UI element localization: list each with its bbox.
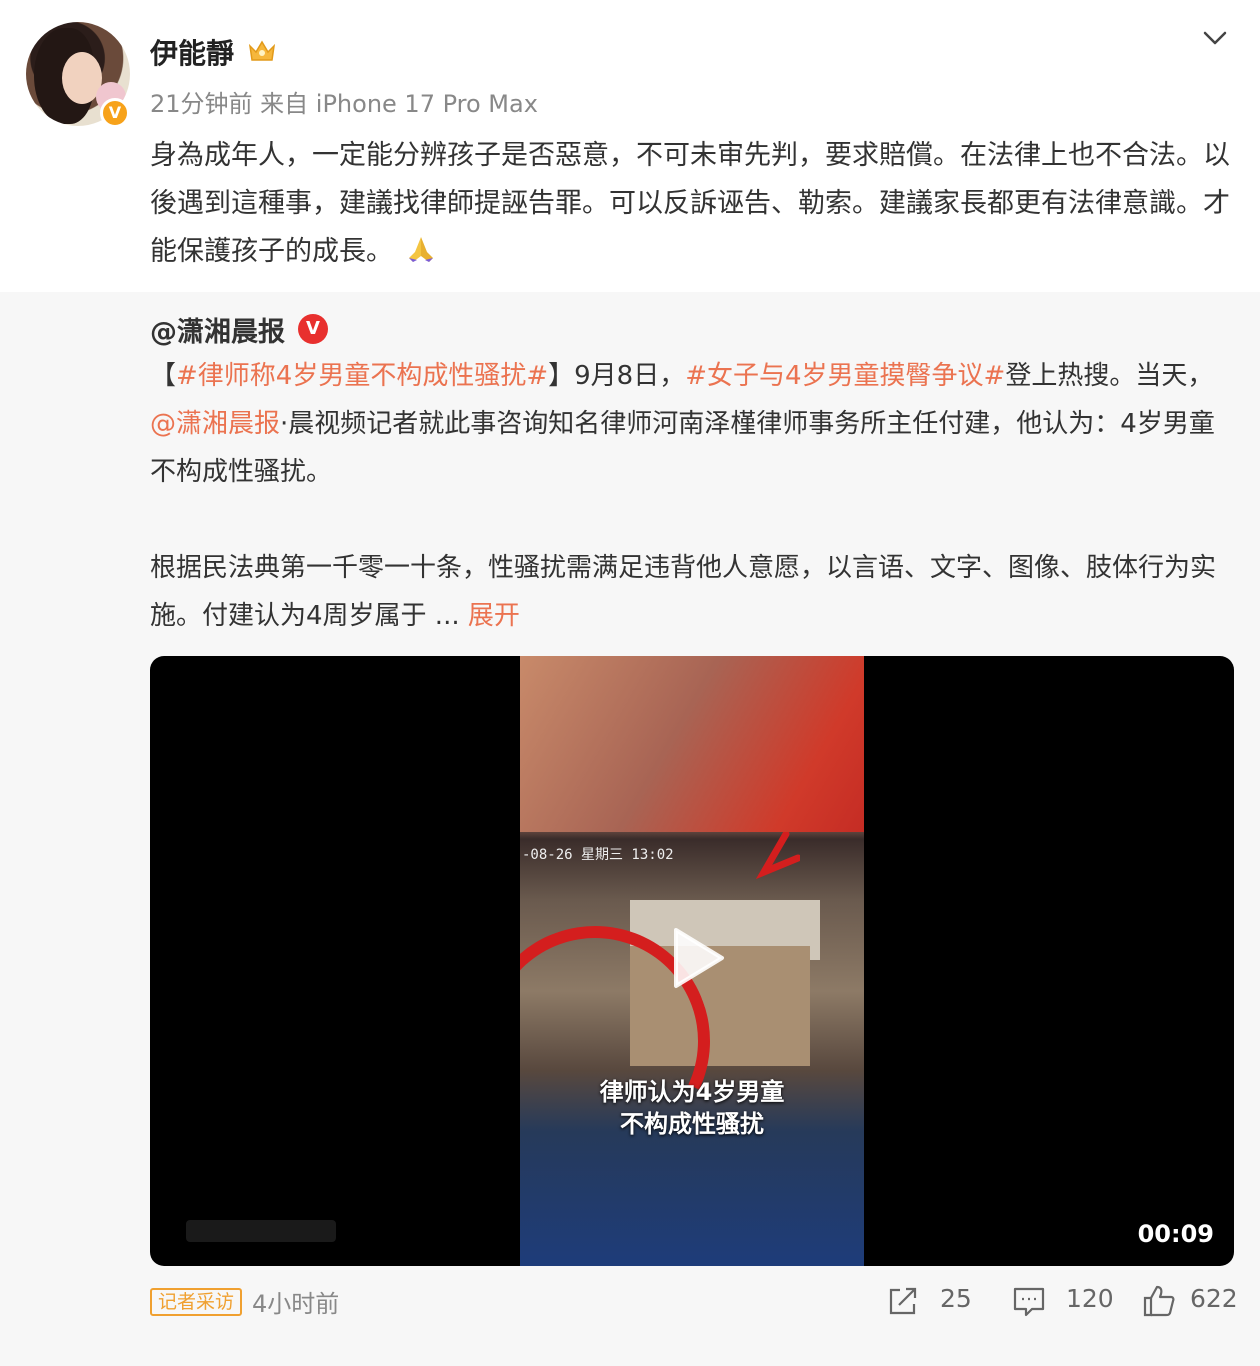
trending-text: 登上热搜。当天， — [1005, 361, 1214, 391]
weibo-post-card: V 伊能靜 21分钟前 来自 iPhone 17 Pro Max 身為成年人，一… — [0, 0, 1260, 1366]
repost-icon[interactable] — [886, 1284, 920, 1318]
caption-line-1: 律师认为4岁男童 — [599, 1078, 785, 1106]
video-frame: -08-26 星期三 13:02 律师认为4岁男童 不构成性骚扰 — [520, 656, 864, 1266]
repost-container[interactable]: @潇湘晨报 V 【#律师称4岁男童不构成性骚扰#】9月8日，#女子与4岁男童摸臀… — [0, 292, 1260, 1366]
video-duration: 00:09 — [1137, 1220, 1214, 1248]
ellipsis: ... — [426, 601, 468, 631]
repost-author[interactable]: @潇湘晨报 — [150, 310, 285, 349]
like-icon[interactable] — [1142, 1284, 1176, 1318]
reporter-text: ·晨视频记者就此事咨询知名律师河南泽槿律师事务所主任付建，他认为：4岁男童不构成… — [150, 409, 1215, 487]
video-player[interactable]: -08-26 星期三 13:02 律师认为4岁男童 不构成性骚扰 00:09 — [150, 656, 1234, 1266]
comment-count[interactable]: 120 — [1066, 1284, 1114, 1313]
red-arrow-annotation — [755, 832, 800, 880]
expand-link[interactable]: 展开 — [468, 601, 520, 631]
date-text: 】9月8日， — [548, 361, 686, 391]
hashtag-controversy[interactable]: #女子与4岁男童摸臀争议# — [685, 361, 1005, 391]
repost-paragraph-2: 根据民法典第一千零一十条，性骚扰需满足违背他人意愿，以言语、文字、图像、肢体行为… — [150, 544, 1230, 640]
comment-icon[interactable] — [1012, 1284, 1046, 1318]
post-text: 身為成年人，一定能分辨孩子是否惡意，不可未审先判，要求賠償。在法律上也不合法。以… — [150, 140, 1230, 267]
source-tag[interactable]: 记者采访 — [150, 1288, 243, 1316]
video-caption: 律师认为4岁男童 不构成性骚扰 — [520, 1076, 864, 1140]
like-count[interactable]: 622 — [1190, 1284, 1238, 1313]
pray-hands-icon — [409, 237, 433, 262]
repost-time: 4小时前 — [252, 1290, 340, 1318]
verified-v-icon: V — [100, 98, 130, 128]
author-name[interactable]: 伊能靜 — [150, 32, 234, 72]
video-watermark — [186, 1220, 336, 1242]
post-body: 身為成年人，一定能分辨孩子是否惡意，不可未审先判，要求賠償。在法律上也不合法。以… — [150, 132, 1240, 276]
hashtag-lawyer[interactable]: #律师称4岁男童不构成性骚扰# — [176, 361, 548, 391]
mention-link[interactable]: @潇湘晨报 — [150, 409, 280, 439]
repost-count[interactable]: 25 — [940, 1284, 972, 1313]
cctv-timestamp: -08-26 星期三 13:02 — [522, 847, 674, 863]
chevron-down-icon[interactable] — [1200, 26, 1230, 50]
post-meta: 21分钟前 来自 iPhone 17 Pro Max — [150, 90, 538, 118]
crown-icon — [248, 40, 276, 61]
play-icon[interactable] — [654, 918, 734, 998]
bracket-open: 【 — [150, 361, 177, 391]
red-verified-icon: V — [298, 314, 328, 344]
repost-footer: 记者采访 4小时前 25 120 622 — [0, 1284, 1260, 1334]
law-text: 根据民法典第一千零一十条，性骚扰需满足违背他人意愿，以言语、文字、图像、肢体行为… — [150, 553, 1217, 631]
caption-line-2: 不构成性骚扰 — [620, 1110, 764, 1138]
repost-text: 【#律师称4岁男童不构成性骚扰#】9月8日，#女子与4岁男童摸臀争议#登上热搜。… — [150, 352, 1230, 496]
